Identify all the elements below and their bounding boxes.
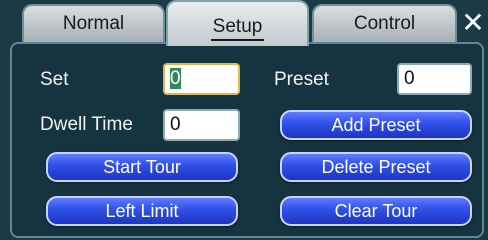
clear-tour-button[interactable]: Clear Tour: [280, 196, 472, 226]
tab-normal-label: Normal: [62, 13, 125, 34]
dwell-time-input[interactable]: 0: [163, 109, 240, 141]
close-icon[interactable]: ✕: [460, 4, 486, 40]
preset-value: 0: [404, 68, 415, 89]
tab-setup[interactable]: Setup: [166, 0, 309, 46]
tab-control[interactable]: Control: [312, 4, 457, 42]
preset-input[interactable]: 0: [397, 63, 472, 95]
preset-label: Preset: [274, 69, 329, 90]
set-input[interactable]: 0: [163, 63, 240, 95]
tab-setup-label: Setup: [210, 16, 265, 41]
set-label: Set: [40, 69, 69, 90]
set-value: 0: [170, 68, 181, 89]
delete-preset-button[interactable]: Delete Preset: [280, 152, 472, 182]
dwell-time-label: Dwell Time: [40, 114, 133, 135]
start-tour-button[interactable]: Start Tour: [46, 152, 238, 182]
tab-normal[interactable]: Normal: [22, 4, 165, 42]
dwell-time-value: 0: [170, 114, 181, 135]
tab-control-label: Control: [353, 13, 416, 34]
add-preset-button[interactable]: Add Preset: [280, 110, 472, 140]
ptz-setup-window: Normal Setup Control ✕ Set 0 Preset 0 Dw…: [0, 0, 488, 240]
left-limit-button[interactable]: Left Limit: [46, 196, 238, 226]
